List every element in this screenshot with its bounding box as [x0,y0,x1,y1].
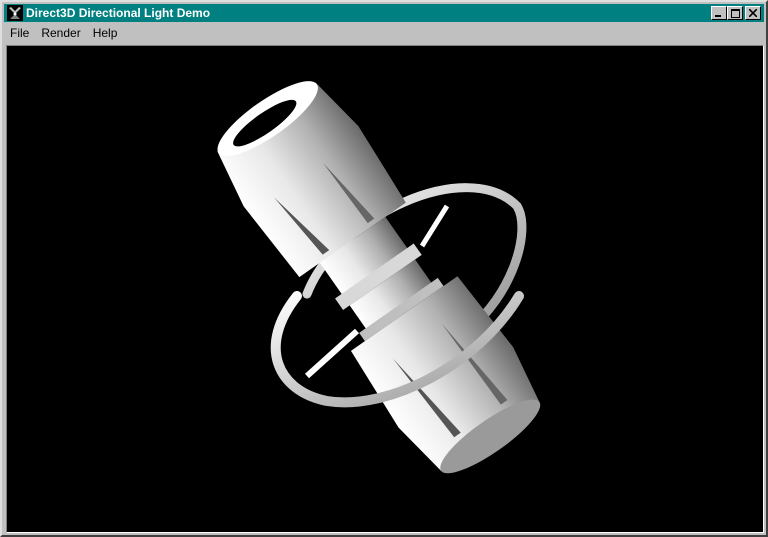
render-viewport[interactable] [6,45,764,533]
3d-scene [217,81,541,474]
menu-bar: File Render Help [4,24,764,43]
close-icon [749,9,757,17]
spaceship-body [217,81,541,474]
app-window: Direct3D Directional Light Demo File Ren… [0,0,768,537]
menu-help[interactable]: Help [87,24,124,43]
titlebar-buttons [711,6,761,20]
window-title: Direct3D Directional Light Demo [26,6,211,20]
minimize-button[interactable] [711,6,727,20]
minimize-icon [715,15,721,17]
close-button[interactable] [745,6,761,20]
directx-app-icon [7,5,23,21]
maximize-icon [730,8,740,18]
menu-render[interactable]: Render [35,24,86,43]
maximize-button[interactable] [727,6,743,20]
menu-file[interactable]: File [4,24,35,43]
title-bar[interactable]: Direct3D Directional Light Demo [4,4,764,22]
